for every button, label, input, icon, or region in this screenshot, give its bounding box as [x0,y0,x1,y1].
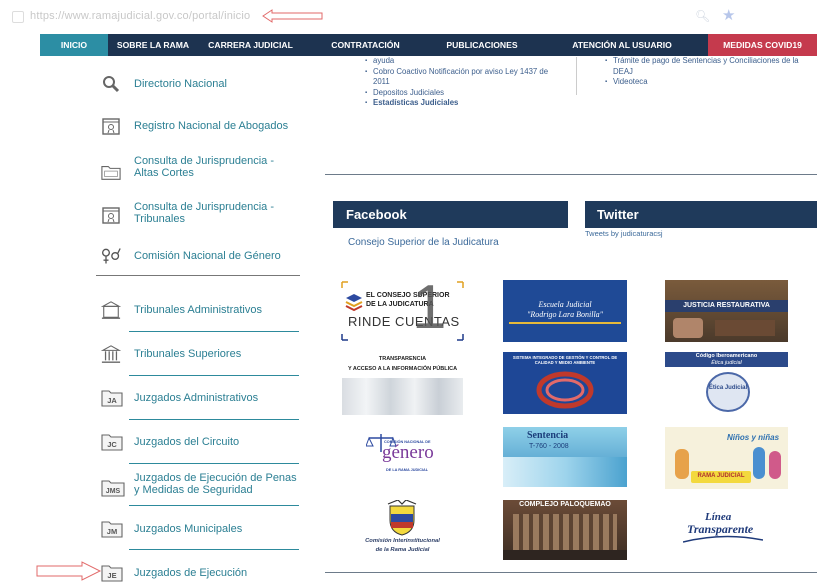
sidebar-divider [129,331,299,332]
browser-address-bar: https://www.ramajudicial.gov.co/portal/i… [0,0,817,34]
page-icon [12,11,24,23]
courthouse-icon [101,344,121,364]
sidebar-item-jurisprudencia-tribunales[interactable]: Consulta de Jurisprudencia - Tribunales [96,200,301,228]
nav-publicaciones[interactable]: PUBLICACIONES [428,34,536,56]
banner-codigo-etica[interactable]: Código Iberoamericano Ética judicial Éti… [665,352,788,414]
arrow-right-icon [36,561,102,581]
banner-transparencia[interactable]: TRANSPARENCIA Y ACCESO A LA INFORMACIÓN … [340,356,465,416]
banner-sistema-integrado[interactable]: SISTEMA INTEGRADO DE GESTIÓN Y CONTROL D… [503,352,627,414]
sidebar-item-comision-genero[interactable]: Comisión Nacional de Género [96,244,301,268]
link-item[interactable]: ayuda [365,56,563,67]
nav-carrera-judicial[interactable]: CARRERA JUDICIAL [198,34,303,56]
sidebar-item-label: Juzgados de Ejecución de Penas y Medidas… [134,472,297,496]
sidebar-item-juzgados-circuito[interactable]: JC Juzgados del Circuito [96,428,301,454]
nav-sobre-la-rama[interactable]: SOBRE LA RAMA [108,34,198,56]
search-icon [101,74,121,94]
main-nav: INICIO SOBRE LA RAMA CARRERA JUDICIAL CO… [40,34,817,56]
banner-complejo-paloquemao[interactable]: COMPLEJO PALOQUEMAO [503,500,627,560]
nav-contratacion[interactable]: CONTRATACIÓN [303,34,428,56]
sidebar-item-label: Juzgados del Circuito [134,436,240,448]
folder-jms-icon: JMS [101,477,125,497]
links-list-right: Trámite de pago de Sentencias y Concilia… [603,56,803,88]
banner-comision-genero[interactable]: COMISIÓN NACIONAL DE género DE LA RAMA J… [340,430,465,482]
sidebar-divider [129,463,299,464]
link-item[interactable]: Videoteca [605,77,803,88]
sidebar-item-label: Comisión Nacional de Género [134,250,281,262]
sidebar-item-label: Tribunales Administrativos [134,304,262,316]
folder-code: JE [107,571,116,580]
sidebar-item-label: Tribunales Superiores [134,348,242,360]
sidebar-item-tribunales-administrativos[interactable]: Tribunales Administrativos [96,298,301,322]
folder-code: JA [107,396,117,405]
building-icon [101,300,121,320]
sidebar-item-label: Juzgados de Ejecución [134,567,248,579]
sidebar-item-registro-abogados[interactable]: Registro Nacional de Abogados [96,114,301,138]
certificate-icon [101,116,121,136]
sidebar-item-label: Juzgados Administrativos [134,392,259,404]
banner-escuela-judicial[interactable]: Escuela Judicial "Rodrigo Lara Bonilla" [503,280,627,342]
sidebar-item-label: Registro Nacional de Abogados [134,120,289,132]
folder-code: JMS [106,488,121,495]
link-item[interactable]: Depositos Judiciales [365,88,563,99]
folder-code: JM [107,527,117,536]
sidebar-item-juzgados-municipales[interactable]: JM Juzgados Municipales [96,515,301,541]
links-list-left: ayuda Cobro Coactivo Notificación por av… [363,56,563,109]
facebook-link[interactable]: Consejo Superior de la Judicatura [348,237,499,248]
banner-comision-interinstitucional[interactable]: Comisión Interinstitucional de la Rama J… [340,498,465,560]
link-item[interactable]: Trámite de pago de Sentencias y Concilia… [605,56,803,77]
url-text[interactable]: https://www.ramajudicial.gov.co/portal/i… [30,10,250,22]
certificate-icon [101,205,121,225]
folder-code: JC [107,440,117,449]
sidebar-item-juzgados-administrativos[interactable]: JA Juzgados Administrativos [96,384,301,410]
sidebar-item-label: Directorio Nacional [134,78,227,90]
banner-linea-transparente[interactable]: Línea Transparente [665,500,788,560]
gender-icon [101,246,121,266]
nav-atencion-al-usuario[interactable]: ATENCIÓN AL USUARIO [536,34,708,56]
banner-justicia-restaurativa[interactable]: JUSTICIA RESTAURATIVA [665,280,788,342]
sidebar-divider [129,505,299,506]
banner-sentencia-t760[interactable]: Sentencia T-760 - 2008 [503,427,627,487]
section-divider [325,572,817,573]
folder-icon [101,162,121,182]
arrow-left-icon [262,9,323,23]
column-divider [576,57,577,95]
sidebar-item-directorio[interactable]: Directorio Nacional [96,72,301,96]
twitter-link[interactable]: Tweets by judicaturacsj [585,229,663,238]
twitter-header: Twitter [585,201,817,228]
sidebar-item-label: Consulta de Jurisprudencia - Altas Corte… [134,155,275,179]
folder-jm-icon: JM [101,518,123,538]
sidebar-divider [129,375,299,376]
nav-inicio[interactable]: INICIO [40,34,108,56]
folder-jc-icon: JC [101,431,123,451]
folder-ja-icon: JA [101,387,123,407]
sidebar-item-label: Juzgados Municipales [134,523,243,535]
sidebar-item-jurisprudencia-altas-cortes[interactable]: Consulta de Jurisprudencia - Altas Corte… [96,154,301,182]
sidebar-divider [129,419,299,420]
sidebar-item-juzgados-ejecucion[interactable]: JE Juzgados de Ejecución [96,559,301,585]
folder-je-icon: JE [101,562,123,582]
section-divider [325,174,817,175]
star-icon[interactable]: ★ [722,6,735,24]
facebook-header: Facebook [333,201,568,228]
banner-ninos-ninas[interactable]: Niños y niñas RAMA JUDICIAL [665,427,788,489]
link-item[interactable]: Estadísticas Judiciales [365,98,563,109]
sidebar-divider [129,549,299,550]
sidebar-item-label: Consulta de Jurisprudencia - Tribunales [134,201,275,225]
zoom-icon[interactable]: 🔍︎ [695,9,710,23]
banner-rinde-cuentas[interactable]: EL CONSEJO SUPERIOR DE LA JUDICATURA RIN… [340,280,465,342]
sidebar-item-juzgados-ejecucion-penas[interactable]: JMS Juzgados de Ejecución de Penas y Med… [96,470,301,502]
nav-medidas-covid19[interactable]: MEDIDAS COVID19 [708,34,817,56]
sidebar-item-tribunales-superiores[interactable]: Tribunales Superiores [96,342,301,366]
sidebar-divider [96,275,300,276]
link-item[interactable]: Cobro Coactivo Notificación por aviso Le… [365,67,563,88]
